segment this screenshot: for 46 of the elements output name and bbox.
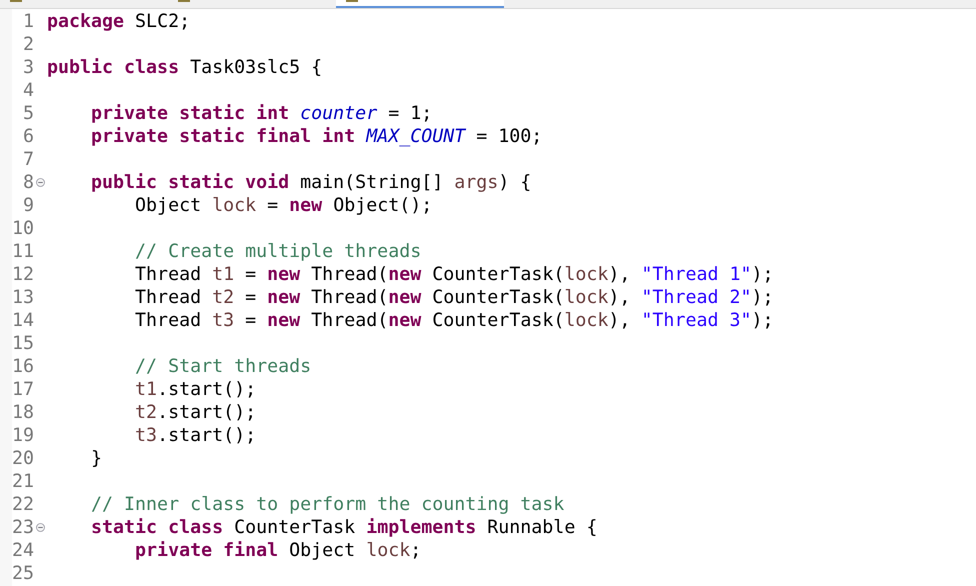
code-line: t1.start();: [134, 378, 256, 401]
code-line: // Create multiple threads: [134, 240, 422, 263]
line-number: 6: [22, 125, 34, 148]
code-line: private static final int MAX_COUNT = 100;: [90, 125, 542, 148]
line-number: 19: [12, 424, 34, 447]
code-line: private static int counter = 1;: [90, 102, 432, 125]
line-number: 4: [22, 79, 34, 102]
code-line: }: [90, 447, 102, 470]
line-number: 3: [22, 56, 34, 79]
line-number: 18: [12, 401, 34, 424]
line-number: 23: [12, 516, 34, 539]
line-number: 9: [22, 194, 34, 217]
line-number: 5: [22, 102, 34, 125]
line-number: 12: [12, 263, 34, 286]
code-line: public class Task03slc5 {: [47, 56, 322, 79]
line-number: 24: [12, 539, 34, 562]
line-number: 8: [22, 171, 34, 194]
line-number: 20: [12, 447, 34, 470]
collapse-icon[interactable]: [36, 523, 45, 532]
code-line: Thread t1 = new Thread(new CounterTask(lock), "Thread 1");: [134, 263, 774, 286]
line-number: 25: [12, 562, 34, 585]
editor-tab[interactable]: [336, 0, 504, 8]
line-number: 21: [12, 470, 34, 493]
code-line: static class CounterTask implements Runnable {: [90, 516, 598, 539]
line-number: 11: [12, 240, 34, 263]
code-line: t3.start();: [134, 424, 256, 447]
code-line: // Inner class to perform the counting task: [90, 493, 564, 516]
line-number: 22: [12, 493, 34, 516]
line-number: 13: [12, 286, 34, 309]
line-number: 1: [22, 10, 34, 33]
code-line: public static void main(String[] args) {: [90, 171, 532, 194]
line-number: 14: [12, 309, 34, 332]
line-number: 10: [12, 217, 34, 240]
line-number: 15: [12, 332, 34, 355]
code-line: Thread t3 = new Thread(new CounterTask(lock), "Thread 3");: [134, 309, 774, 332]
code-line: Thread t2 = new Thread(new CounterTask(lock), "Thread 2");: [134, 286, 774, 309]
line-number: 2: [22, 33, 34, 56]
code-line: package SLC2;: [47, 10, 190, 33]
line-number: 7: [22, 148, 34, 171]
line-number: 16: [12, 355, 34, 378]
code-line: private final Object lock;: [134, 539, 422, 562]
collapse-icon[interactable]: [36, 178, 45, 187]
code-line: // Start threads: [134, 355, 312, 378]
code-line: t2.start();: [134, 401, 256, 424]
line-number: 17: [12, 378, 34, 401]
code-line: Object lock = new Object();: [134, 194, 432, 217]
